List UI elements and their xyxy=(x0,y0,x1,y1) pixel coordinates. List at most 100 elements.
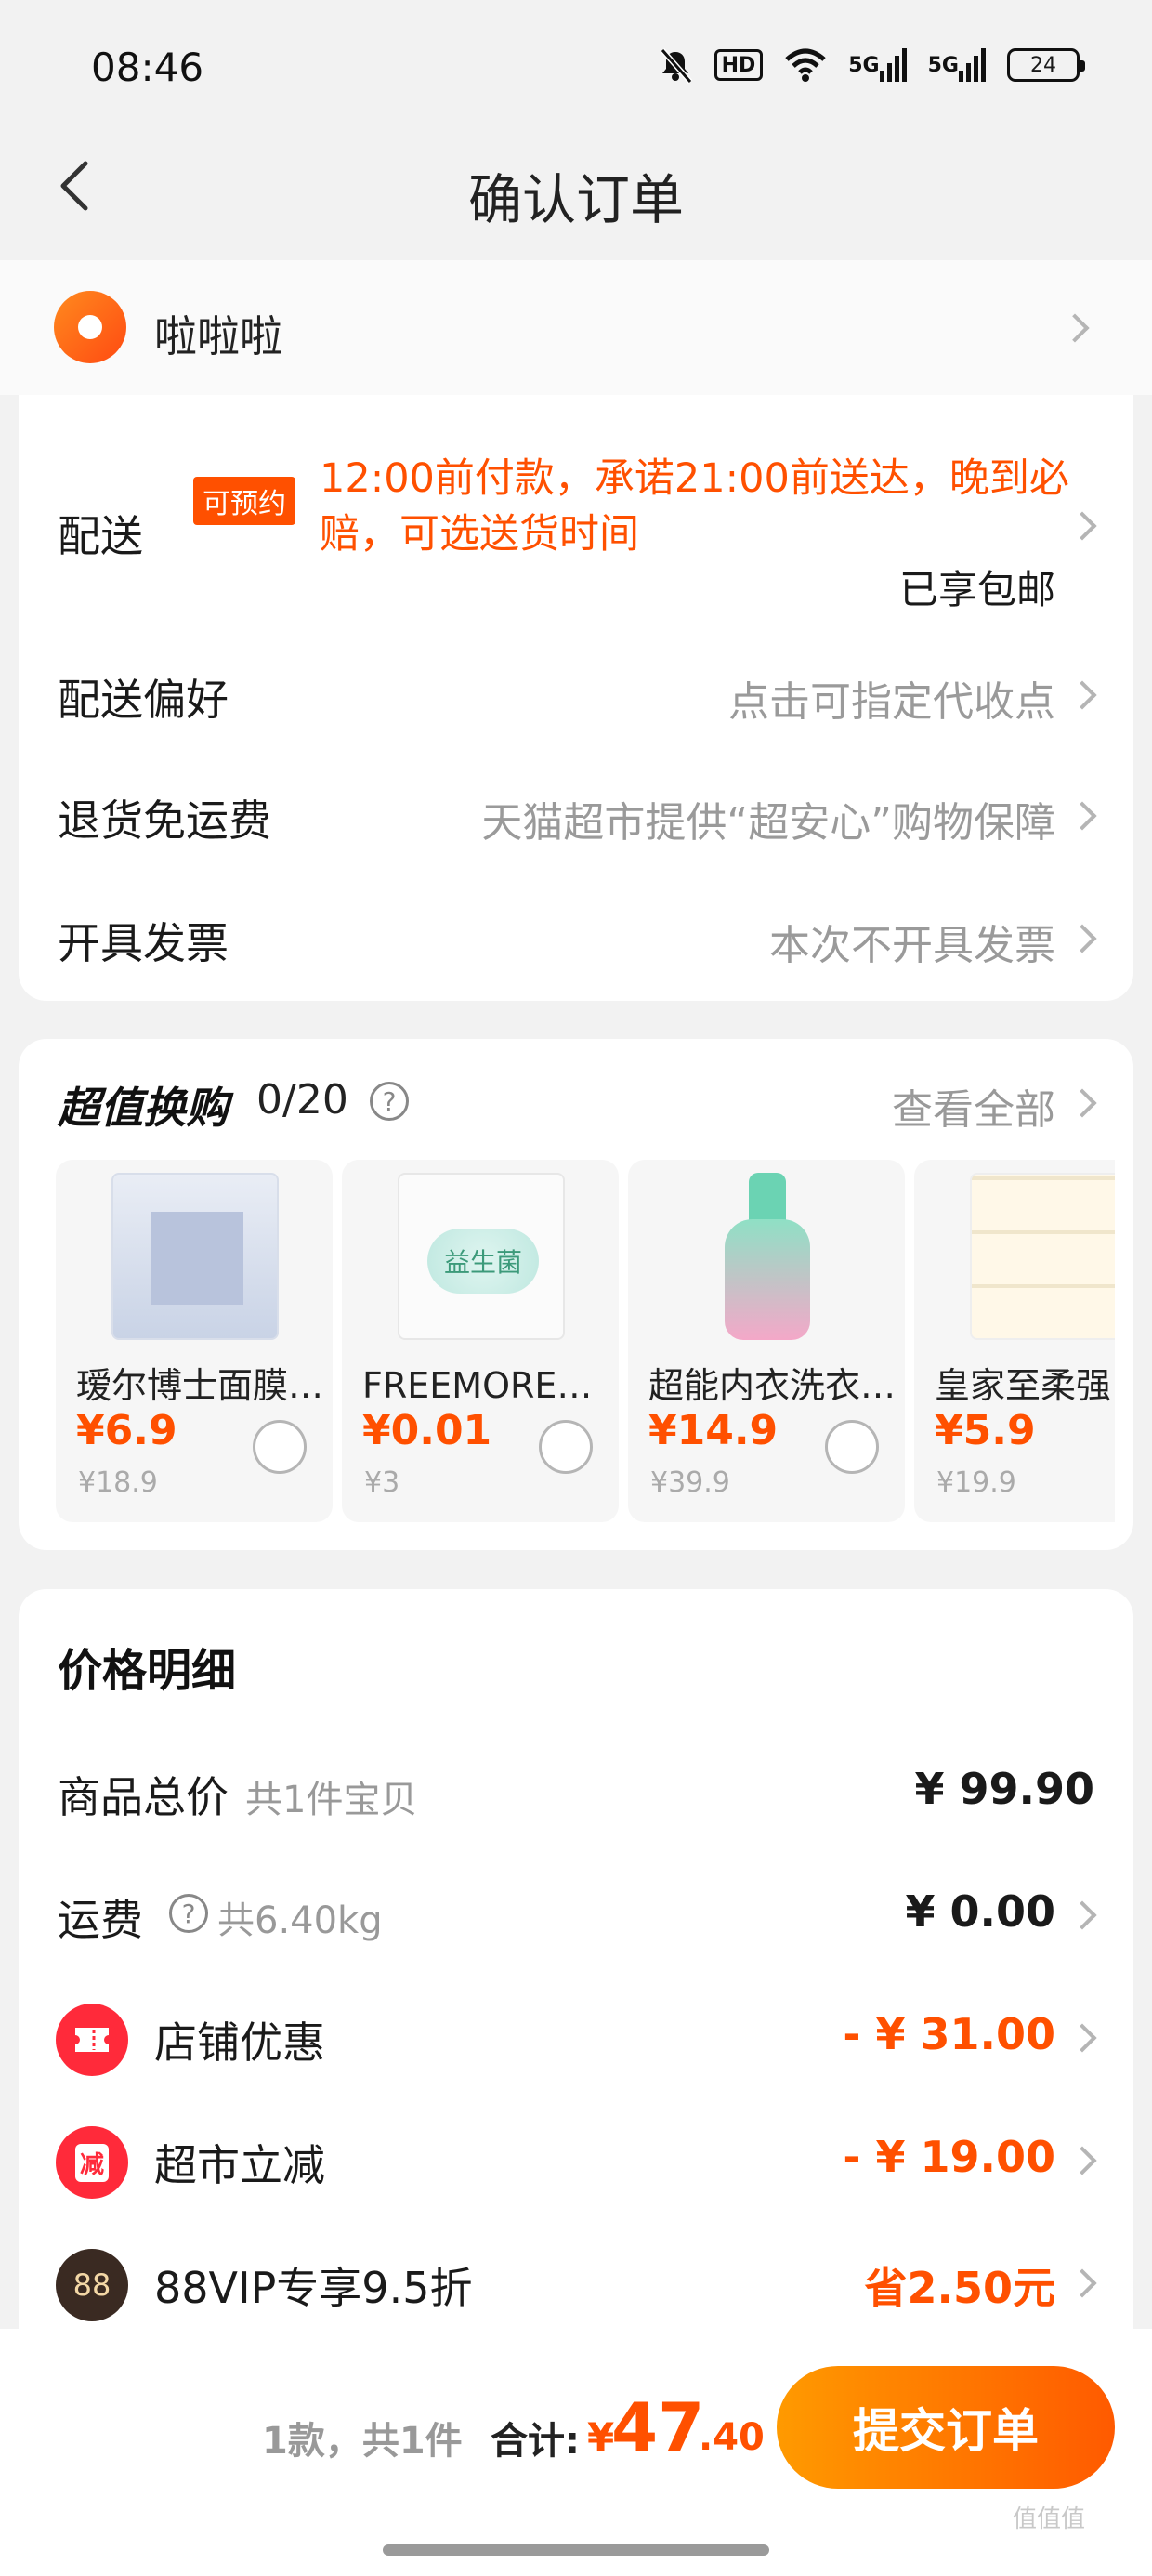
select-radio[interactable] xyxy=(253,1420,307,1474)
total-amount-integer: 47 xyxy=(611,2388,705,2466)
delivery-promise-text: 12:00前付款，承诺21:00前送达，晚到必赔，可选送货时间 xyxy=(320,455,1069,558)
return-shipping-label: 退货免运费 xyxy=(58,795,271,846)
invoice-row[interactable]: 开具发票 本次不开具发票 xyxy=(19,871,1133,992)
shipping-fee-row[interactable]: 运费 ? 共6.40kg ¥ 0.00 xyxy=(19,1859,1133,1970)
chevron-right-icon xyxy=(1067,2023,1097,2053)
delivery-row[interactable]: 配送 可预约 12:00前付款，承诺21:00前送达，晚到必赔，可选送货时间 已… xyxy=(19,395,1133,627)
shipping-weight-text: 共6.40kg xyxy=(217,1899,383,1942)
chevron-right-icon xyxy=(1060,313,1090,343)
vip-discount-row[interactable]: 88 88VIP专享9.5折 省2.50元 xyxy=(19,2227,1133,2338)
status-icons: HD 5G 5G 24 xyxy=(657,46,1085,84)
vip-discount-label: 88VIP专享9.5折 xyxy=(154,2263,473,2313)
product-name: FREEMORE自… xyxy=(362,1365,613,1406)
mute-icon xyxy=(657,46,694,84)
delivery-preference-value: 点击可指定代收点 xyxy=(728,678,1055,726)
view-all-link[interactable]: 查看全部 xyxy=(892,1076,1055,1136)
delivery-label: 配送 xyxy=(58,511,143,561)
return-shipping-value: 天猫超市提供“超安心”购物保障 xyxy=(481,799,1055,847)
select-radio[interactable] xyxy=(539,1420,593,1474)
goods-total-row: 商品总价 共1件宝贝 ¥ 99.90 xyxy=(19,1736,1133,1847)
nav-bar: 确认订单 xyxy=(0,121,1152,260)
product-image xyxy=(970,1173,1115,1340)
chevron-right-icon xyxy=(1067,2146,1097,2175)
chevron-right-icon xyxy=(1067,1900,1097,1930)
reservable-tag: 可预约 xyxy=(193,477,295,525)
reduce-badge-text: 减 xyxy=(74,2143,109,2182)
home-indicator[interactable] xyxy=(383,2544,769,2556)
product-name: 皇家至柔强 xyxy=(935,1365,1112,1406)
product-image xyxy=(398,1173,565,1340)
goods-total-label: 商品总价 共1件宝贝 xyxy=(58,1764,417,1825)
price-detail-card: 价格明细 商品总价 共1件宝贝 ¥ 99.90 运费 ? 共6.40kg ¥ 0.… xyxy=(19,1589,1133,2333)
help-icon[interactable]: ? xyxy=(370,1082,409,1121)
product-price: ¥0.01 xyxy=(362,1407,492,1454)
product-price: ¥5.9 xyxy=(935,1407,1036,1454)
invoice-value: 本次不开具发票 xyxy=(769,922,1055,969)
status-bar: 08:46 HD 5G 5G 24 xyxy=(0,0,1152,121)
reduce-badge-icon: 减 xyxy=(56,2126,128,2199)
order-options-card: 配送 可预约 12:00前付款，承诺21:00前送达，晚到必赔，可选送货时间 已… xyxy=(19,395,1133,1001)
product-card[interactable]: 瑷尔博士面膜… ¥6.9 ¥18.9 xyxy=(56,1160,333,1522)
signal-icon-1: 5G xyxy=(848,46,907,84)
goods-total-amount: ¥ 99.90 xyxy=(914,1764,1094,1814)
goods-total-text: 商品总价 xyxy=(58,1772,229,1822)
page-title: 确认订单 xyxy=(467,168,684,231)
bottom-bar: 1款，共1件 合计: ¥ 47 .40 提交订单 xyxy=(0,2329,1152,2576)
product-original-price: ¥18.9 xyxy=(78,1466,158,1499)
help-icon[interactable]: ? xyxy=(169,1894,208,1933)
product-name: 超能内衣洗衣… xyxy=(648,1365,897,1406)
wifi-icon xyxy=(783,46,828,84)
product-card[interactable]: 皇家至柔强 ¥5.9 ¥19.9 xyxy=(914,1160,1115,1522)
vip-badge-icon: 88 xyxy=(56,2249,128,2321)
total-label: 合计: xyxy=(491,2420,580,2463)
product-image xyxy=(684,1173,851,1340)
coupon-icon xyxy=(56,2004,128,2076)
market-reduce-amount: - ¥ 19.00 xyxy=(843,2132,1055,2182)
chevron-right-icon xyxy=(1067,2268,1097,2298)
product-price: ¥6.9 xyxy=(76,1407,177,1454)
vip-badge-text: 88 xyxy=(72,2267,111,2303)
battery-icon: 24 xyxy=(1007,48,1085,82)
product-original-price: ¥19.9 xyxy=(936,1466,1016,1499)
product-original-price: ¥39.9 xyxy=(650,1466,730,1499)
product-image xyxy=(111,1173,279,1340)
item-count: 1款，共1件 xyxy=(262,2420,463,2463)
delivery-preference-row[interactable]: 配送偏好 点击可指定代收点 xyxy=(19,627,1133,748)
exchange-title: 超值换购 xyxy=(58,1083,229,1133)
submit-order-button[interactable]: 提交订单 xyxy=(777,2366,1115,2489)
select-radio[interactable] xyxy=(825,1420,879,1474)
signal-icon-2: 5G xyxy=(928,46,987,84)
free-shipping-text: 已享包邮 xyxy=(898,567,1055,612)
shipping-fee-text: 运费 xyxy=(58,1895,143,1945)
product-original-price: ¥3 xyxy=(364,1466,400,1499)
invoice-label: 开具发票 xyxy=(58,918,229,968)
address-name: 啦啦啦 xyxy=(154,311,282,361)
product-card[interactable]: FREEMORE自… ¥0.01 ¥3 xyxy=(342,1160,619,1522)
status-time: 08:46 xyxy=(91,45,204,90)
delivery-preference-label: 配送偏好 xyxy=(58,675,229,725)
network-type-2: 5G xyxy=(927,53,959,77)
chevron-right-icon xyxy=(1067,1088,1097,1118)
market-reduce-label: 超市立减 xyxy=(154,2140,325,2190)
hd-icon: HD xyxy=(713,49,764,81)
shipping-weight: 共6.40kg xyxy=(217,1890,383,1944)
total-currency: ¥ xyxy=(587,2414,615,2460)
product-card[interactable]: 超能内衣洗衣… ¥14.9 ¥39.9 xyxy=(628,1160,905,1522)
shipping-fee-label: 运费 xyxy=(58,1886,143,1948)
watermark: 值值值 xyxy=(1013,2505,1086,2533)
chevron-right-icon xyxy=(1067,924,1097,953)
exchange-product-list: 瑷尔博士面膜… ¥6.9 ¥18.9 FREEMORE自… ¥0.01 ¥3 超… xyxy=(56,1160,1115,1522)
price-detail-title: 价格明细 xyxy=(58,1645,237,1697)
location-pin-icon xyxy=(54,291,126,363)
shop-discount-row[interactable]: 店铺优惠 - ¥ 31.00 xyxy=(19,1981,1133,2093)
shop-discount-amount: - ¥ 31.00 xyxy=(843,2009,1055,2059)
chevron-right-icon xyxy=(1067,680,1097,710)
market-reduce-row[interactable]: 减 超市立减 - ¥ 19.00 xyxy=(19,2104,1133,2215)
total-amount-decimal: .40 xyxy=(699,2416,765,2459)
goods-count-text: 共1件宝贝 xyxy=(245,1779,418,1821)
chevron-right-icon xyxy=(1067,801,1097,831)
address-row[interactable]: 啦啦啦 xyxy=(0,260,1152,395)
shipping-fee-amount: ¥ 0.00 xyxy=(905,1886,1055,1937)
return-shipping-row[interactable]: 退货免运费 天猫超市提供“超安心”购物保障 xyxy=(19,748,1133,871)
exchange-card: 超值换购 0/20 ? 查看全部 瑷尔博士面膜… ¥6.9 ¥18.9 FREE… xyxy=(19,1039,1133,1550)
